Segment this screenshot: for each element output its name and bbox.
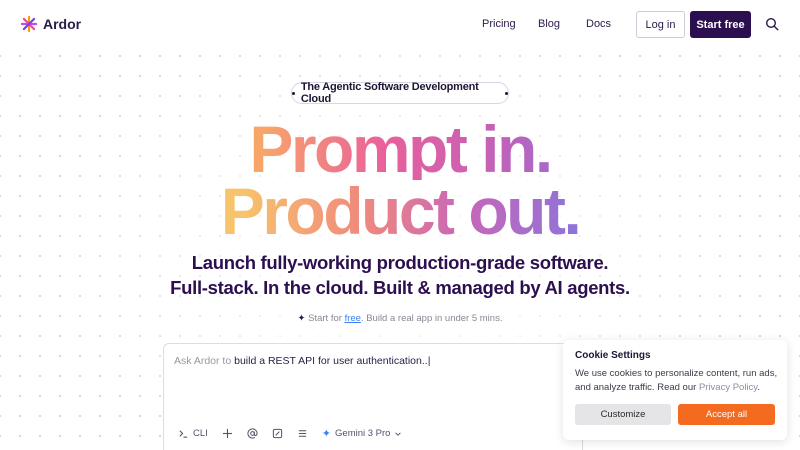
prompt-prefix: Ask Ardor to bbox=[174, 355, 235, 367]
note-text-before: Start for bbox=[308, 313, 345, 324]
list-button[interactable] bbox=[297, 428, 308, 439]
model-selector[interactable]: ✦ Gemini 3 Pro bbox=[322, 427, 403, 440]
cookie-settings-banner: Cookie Settings We use cookies to person… bbox=[563, 340, 787, 440]
cookie-description: We use cookies to personalize content, r… bbox=[575, 367, 780, 395]
cookie-title: Cookie Settings bbox=[575, 350, 651, 361]
subheadline-line-2: Full-stack. In the cloud. Built & manage… bbox=[170, 277, 630, 298]
nav-docs[interactable]: Docs bbox=[586, 18, 611, 30]
cli-button[interactable]: CLI bbox=[178, 428, 208, 439]
prompt-input-box[interactable]: Ask Ardor to build a REST API for user a… bbox=[163, 343, 583, 450]
brand-name: Ardor bbox=[43, 16, 82, 32]
search-icon[interactable] bbox=[765, 17, 779, 31]
add-button[interactable] bbox=[222, 428, 233, 439]
login-button[interactable]: Log in bbox=[636, 11, 685, 38]
start-free-note: ✦ Start for free. Build a real app in un… bbox=[0, 313, 800, 324]
free-link[interactable]: free bbox=[345, 313, 361, 324]
prompt-input[interactable]: Ask Ardor to build a REST API for user a… bbox=[174, 355, 430, 367]
note-text-after: . Build a real app in under 5 mins. bbox=[360, 313, 503, 324]
list-icon bbox=[298, 430, 306, 437]
tagline-pill: The Agentic Software Development Cloud bbox=[291, 81, 509, 105]
headline-line-1: Prompt in. bbox=[0, 116, 800, 182]
headline-line-2: Product out. bbox=[0, 178, 800, 244]
top-navbar: Ardor Pricing Blog Docs Log in Start fre… bbox=[0, 0, 800, 48]
pill-dot-left bbox=[292, 91, 295, 95]
tagline-text: The Agentic Software Development Cloud bbox=[300, 81, 479, 105]
start-free-button[interactable]: Start free bbox=[690, 11, 751, 38]
plus-icon bbox=[222, 428, 232, 439]
cli-label: CLI bbox=[193, 428, 208, 439]
gemini-icon: ✦ bbox=[321, 428, 332, 440]
nav-blog[interactable]: Blog bbox=[538, 18, 560, 30]
edit-button[interactable] bbox=[272, 428, 283, 439]
edit-square-icon bbox=[272, 428, 282, 439]
nav-pricing[interactable]: Pricing bbox=[482, 18, 516, 30]
at-sign-icon bbox=[247, 428, 258, 439]
customize-button[interactable]: Customize bbox=[575, 404, 671, 425]
chevron-down-icon bbox=[395, 431, 402, 436]
privacy-policy-link[interactable]: Privacy Policy bbox=[699, 382, 757, 393]
terminal-icon bbox=[179, 430, 188, 438]
brand-logo[interactable]: Ardor bbox=[20, 15, 81, 33]
subheadline-line-1: Launch fully-working production-grade so… bbox=[191, 252, 609, 273]
model-label: Gemini 3 Pro bbox=[335, 428, 391, 439]
ardor-asterisk-icon bbox=[20, 15, 38, 33]
mention-button[interactable] bbox=[247, 428, 258, 439]
pill-dot-right bbox=[505, 91, 509, 95]
cookie-body-end: . bbox=[757, 382, 760, 393]
prompt-toolbar: CLI ✦ Gemini 3 Pro bbox=[178, 427, 402, 440]
prompt-value: build a REST API for user authentication… bbox=[234, 355, 431, 367]
accept-all-button[interactable]: Accept all bbox=[678, 404, 775, 425]
sparkle-icon: ✦ bbox=[297, 313, 306, 324]
